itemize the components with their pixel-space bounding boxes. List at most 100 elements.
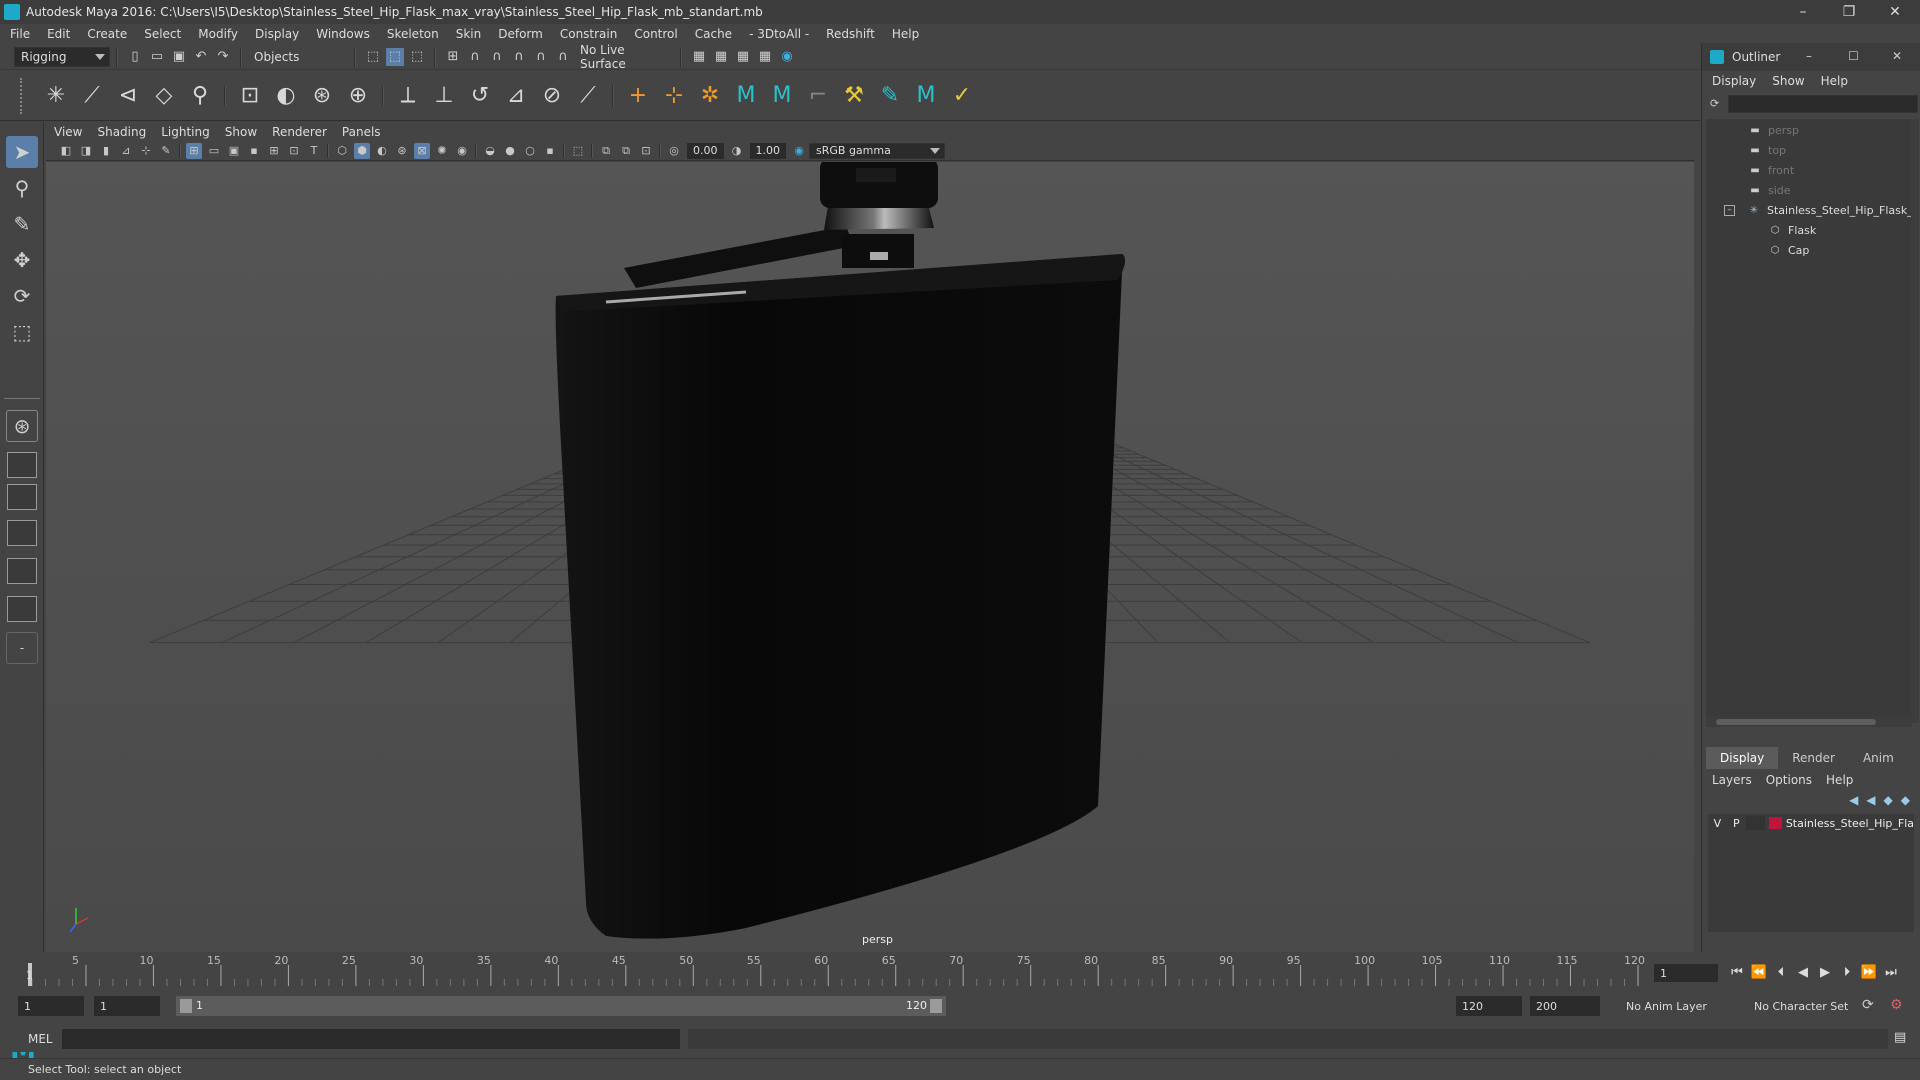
- humanik-icon[interactable]: ⚲: [185, 81, 215, 111]
- menu-cache[interactable]: Cache: [695, 27, 732, 41]
- motion-blur-icon[interactable]: ●: [502, 143, 518, 159]
- select-hierarchy-icon[interactable]: ⬚: [364, 48, 382, 66]
- snap-curve-icon[interactable]: ∩: [466, 48, 484, 66]
- render-frame-icon[interactable]: ▦: [712, 48, 730, 66]
- cluster-icon[interactable]: ⊕: [343, 81, 373, 111]
- outliner-item-cap[interactable]: ⬡ Cap: [1768, 241, 1810, 259]
- camera-select-icon[interactable]: ◧: [58, 143, 74, 159]
- more-layouts-icon[interactable]: -: [6, 632, 38, 664]
- new-layer-icon[interactable]: ◆: [1884, 793, 1893, 807]
- animation-preferences-icon[interactable]: ⚙: [1890, 997, 1903, 1013]
- xray-icon[interactable]: ⊠: [414, 142, 430, 159]
- script-language-toggle[interactable]: MEL: [28, 1032, 53, 1046]
- outliner-horizontal-scrollbar[interactable]: [1706, 717, 1912, 727]
- outliner-item-group[interactable]: – ✳ Stainless_Steel_Hip_Flask_r: [1724, 201, 1917, 219]
- aim-constraint-icon[interactable]: ⊹: [659, 81, 689, 111]
- new-scene-icon[interactable]: ▯: [126, 48, 144, 66]
- layer-menu-layers[interactable]: Layers: [1712, 773, 1752, 787]
- ambient-occlusion-icon[interactable]: ◒: [482, 143, 498, 159]
- anti-aliasing-icon[interactable]: ○: [522, 143, 538, 159]
- refresh-icon[interactable]: ⟳: [1710, 97, 1724, 111]
- layer-row[interactable]: V P Stainless_Steel_Hip_Fla: [1708, 814, 1914, 832]
- outliner-minimize-button[interactable]: –: [1806, 49, 1812, 63]
- selection-mode-dropdown[interactable]: Objects: [248, 46, 348, 67]
- playback-start-field[interactable]: 1: [94, 996, 160, 1016]
- range-start-handle[interactable]: [180, 999, 192, 1013]
- menu-file[interactable]: File: [10, 27, 30, 41]
- empty-slot-icon[interactable]: ⌐: [803, 81, 833, 111]
- color-management-icon[interactable]: ◉: [791, 143, 807, 159]
- safe-title-icon[interactable]: T: [306, 143, 322, 159]
- close-button[interactable]: ✕: [1872, 0, 1918, 24]
- collapse-toggle-icon[interactable]: –: [1724, 204, 1735, 216]
- layer-visibility-toggle[interactable]: V: [1708, 817, 1727, 830]
- outliner-maximize-button[interactable]: ☐: [1848, 49, 1859, 63]
- step-forward-frame-icon[interactable]: ⏩: [1858, 965, 1880, 980]
- safe-action-icon[interactable]: ⊡: [286, 143, 302, 159]
- default-material-icon[interactable]: ◐: [374, 143, 390, 159]
- outliner-menu-help[interactable]: Help: [1821, 74, 1848, 88]
- menu-modify[interactable]: Modify: [198, 27, 238, 41]
- image-plane-icon[interactable]: ⊿: [118, 143, 134, 159]
- point-constraint-icon[interactable]: +: [623, 81, 653, 111]
- move-tool-icon[interactable]: ✥: [6, 244, 38, 276]
- new-layer-from-selected-icon[interactable]: ◆: [1901, 793, 1910, 807]
- brush-icon[interactable]: ✎: [875, 81, 905, 111]
- rotate-tool-icon[interactable]: ⟳: [6, 280, 38, 312]
- layer-display-type-toggle[interactable]: [1745, 816, 1765, 830]
- render-settings-icon[interactable]: ▦: [756, 48, 774, 66]
- four-view-layout-icon[interactable]: [7, 452, 37, 478]
- ik-handle-icon[interactable]: ⟋: [77, 81, 107, 111]
- flask-mesh[interactable]: [555, 254, 1125, 939]
- view-transform-dropdown[interactable]: sRGB gamma: [809, 142, 945, 159]
- snap-view-icon[interactable]: ∩: [510, 48, 528, 66]
- menu-redshift[interactable]: Redshift: [826, 27, 875, 41]
- save-scene-icon[interactable]: ▣: [170, 48, 188, 66]
- menu-display[interactable]: Display: [255, 27, 299, 41]
- maya-plugin-2-icon[interactable]: M: [767, 81, 797, 111]
- shadows-icon[interactable]: ◉: [454, 143, 470, 159]
- pose-icon[interactable]: ⟋: [573, 81, 603, 111]
- paint-weights-icon[interactable]: ⚒: [839, 81, 869, 111]
- blend-shape-icon[interactable]: ⟂: [393, 81, 423, 111]
- exposure-icon[interactable]: ◎: [666, 143, 682, 159]
- script-editor-icon[interactable]: ▤: [1894, 1030, 1906, 1045]
- outliner-item-flask[interactable]: ⬡ Flask: [1768, 221, 1817, 239]
- character-set-dropdown[interactable]: No Character Set: [1748, 996, 1860, 1016]
- backface-culling-icon[interactable]: ⊡: [638, 143, 654, 159]
- snap-surface-icon[interactable]: ∩: [532, 48, 550, 66]
- hypershade-icon[interactable]: ◉: [778, 48, 796, 66]
- menuset-dropdown[interactable]: Rigging: [14, 46, 110, 67]
- undo-icon[interactable]: ↶: [192, 48, 210, 66]
- step-back-frame-icon[interactable]: ⏪: [1748, 965, 1770, 980]
- open-scene-icon[interactable]: ▭: [148, 48, 166, 66]
- auto-key-icon[interactable]: ⟳: [1862, 997, 1874, 1013]
- outliner-menu-show[interactable]: Show: [1772, 74, 1804, 88]
- camera-attributes-icon[interactable]: ◨: [78, 143, 94, 159]
- tab-anim[interactable]: Anim: [1849, 747, 1908, 769]
- step-back-key-icon[interactable]: ⏴: [1770, 965, 1792, 980]
- snap-grid-icon[interactable]: ⊞: [444, 48, 462, 66]
- outliner-vertical-scrollbar[interactable]: [1911, 119, 1919, 723]
- lasso-tool-icon[interactable]: ⚲: [6, 172, 38, 204]
- scale-tool-icon[interactable]: ⬚: [6, 316, 38, 348]
- menu-create[interactable]: Create: [87, 27, 127, 41]
- isolate-select-icon[interactable]: ⬚: [570, 143, 586, 159]
- minimize-button[interactable]: –: [1780, 0, 1826, 24]
- perspective-script-layout-icon[interactable]: [7, 558, 37, 584]
- lattice-icon[interactable]: ⊛: [307, 81, 337, 111]
- snap-live-icon[interactable]: ∩: [554, 48, 572, 66]
- film-gate-icon[interactable]: ▭: [206, 143, 222, 159]
- xray-joints-icon[interactable]: ⧉: [598, 143, 614, 159]
- go-to-start-icon[interactable]: ⏮: [1726, 965, 1748, 980]
- panel-menu-shading[interactable]: Shading: [97, 125, 146, 139]
- panel-menu-show[interactable]: Show: [225, 125, 257, 139]
- bookmark-icon[interactable]: ▮: [98, 143, 114, 159]
- tab-render[interactable]: Render: [1778, 747, 1849, 769]
- select-component-icon[interactable]: ⬚: [408, 48, 426, 66]
- select-object-icon[interactable]: ⬚: [386, 47, 404, 66]
- nonlinear-icon[interactable]: ⊘: [537, 81, 567, 111]
- layer-playback-toggle[interactable]: P: [1727, 817, 1746, 830]
- outliner-item-front[interactable]: ▬ front: [1748, 161, 1794, 179]
- redo-icon[interactable]: ↷: [214, 48, 232, 66]
